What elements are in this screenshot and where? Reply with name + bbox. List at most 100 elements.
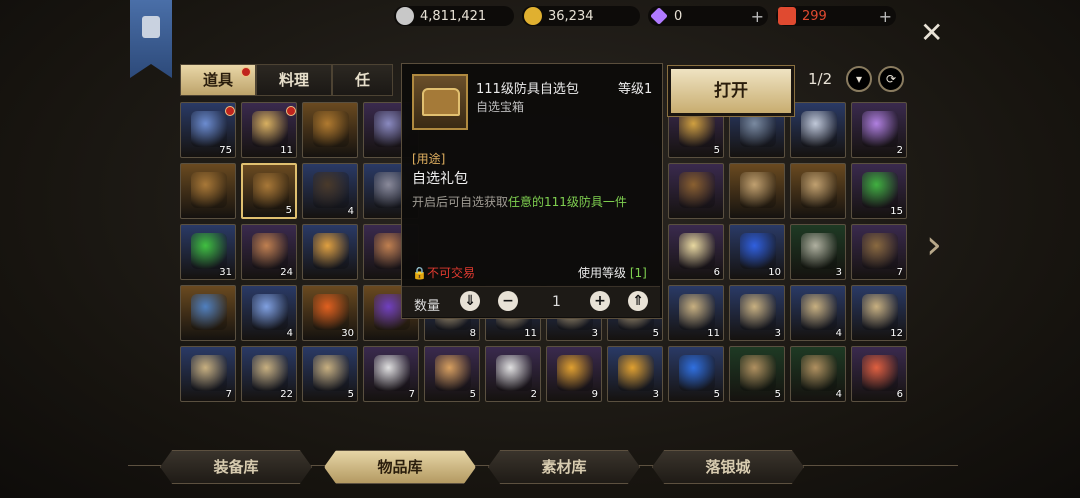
item-icon	[801, 172, 837, 208]
notification-dot	[241, 67, 252, 77]
close-icon[interactable]: ✕	[920, 16, 943, 49]
add-gem-button[interactable]: +	[751, 7, 764, 26]
inventory-slot[interactable]	[302, 224, 358, 280]
tab-cooking[interactable]: 料理	[256, 64, 333, 96]
item-icon	[496, 355, 532, 391]
inventory-slot[interactable]: 5	[729, 346, 785, 402]
item-icon	[191, 355, 227, 391]
nav-material-storage[interactable]: 素材库	[488, 450, 640, 484]
use-level-value: [1]	[629, 266, 647, 280]
inventory-slot[interactable]: 9	[546, 346, 602, 402]
item-icon	[801, 233, 837, 269]
inventory-slot[interactable]: 7	[363, 346, 419, 402]
inventory-slot[interactable]: 4	[790, 346, 846, 402]
inventory-slot[interactable]: 3	[607, 346, 663, 402]
item-count: 6	[713, 267, 720, 278]
ticket-icon	[778, 7, 796, 25]
item-icon	[679, 355, 715, 391]
nav-item-label: 物品库	[377, 458, 423, 476]
inventory-slot[interactable]: 75	[180, 102, 236, 158]
item-count: 75	[219, 145, 232, 156]
quantity-plus-icon[interactable]: +	[590, 291, 610, 311]
ticket-value: 299	[802, 8, 827, 24]
tab-quest[interactable]: 任	[332, 64, 394, 96]
inventory-slot[interactable]: 4	[790, 285, 846, 341]
quantity-min-icon[interactable]: ⇓	[460, 291, 480, 311]
open-button[interactable]: 打开	[667, 65, 795, 117]
inventory-slot[interactable]: 7	[851, 224, 907, 280]
inventory-slot[interactable]: 15	[851, 163, 907, 219]
item-count: 15	[890, 206, 903, 217]
item-icon	[252, 111, 288, 147]
nav-item-storage[interactable]: 物品库	[324, 450, 476, 484]
inventory-slot[interactable]	[180, 163, 236, 219]
inventory-slot[interactable]	[180, 285, 236, 341]
inventory-slot[interactable]: 5	[302, 346, 358, 402]
use-level: 使用等级 [1]	[578, 264, 647, 281]
item-count: 6	[896, 389, 903, 400]
inventory-slot[interactable]	[729, 163, 785, 219]
item-icon	[862, 355, 898, 391]
trade-status-label: 不可交易	[426, 266, 475, 280]
category-tabs: 道具 料理 任	[180, 64, 394, 96]
inventory-slot[interactable]: 6	[668, 224, 724, 280]
quantity-value[interactable]: 1	[552, 294, 561, 310]
inventory-slot[interactable]: 11	[668, 285, 724, 341]
inventory-slot[interactable]: 12	[851, 285, 907, 341]
item-name: 111级防具自选包	[476, 82, 579, 97]
inventory-slot[interactable]	[302, 102, 358, 158]
quantity-minus-icon[interactable]: −	[498, 291, 518, 311]
quantity-label: 数量	[414, 299, 441, 314]
silver-value: 4,811,421	[420, 8, 487, 24]
inventory-slot[interactable]: 24	[241, 224, 297, 280]
inventory-slot[interactable]: 31	[180, 224, 236, 280]
add-ticket-button[interactable]: +	[879, 7, 892, 26]
page-dropdown-button[interactable]: ▾	[846, 66, 872, 92]
tab-items[interactable]: 道具	[180, 64, 257, 96]
inventory-slot[interactable]	[668, 163, 724, 219]
inventory-slot[interactable]: 3	[790, 224, 846, 280]
tab-quest-label: 任	[355, 71, 371, 89]
inventory-slot[interactable]: 3	[729, 285, 785, 341]
inventory-slot[interactable]: 6	[851, 346, 907, 402]
item-icon	[252, 294, 288, 330]
inventory-slot[interactable]: 2	[851, 102, 907, 158]
item-icon	[313, 294, 349, 330]
inventory-slot[interactable]: 5	[668, 346, 724, 402]
inventory-slot[interactable]: 2	[485, 346, 541, 402]
item-icon	[679, 233, 715, 269]
inventory-slot[interactable]: 10	[729, 224, 785, 280]
nav-equipment-storage[interactable]: 装备库	[160, 450, 312, 484]
item-count: 4	[835, 389, 842, 400]
silver-currency: 4,811,421	[394, 6, 514, 26]
item-count: 5	[652, 328, 659, 339]
item-icon	[862, 172, 898, 208]
inventory-slot[interactable]: 4	[302, 163, 358, 219]
item-icon	[191, 294, 227, 330]
nav-luoyin-city[interactable]: 落银城	[652, 450, 804, 484]
item-count: 7	[896, 267, 903, 278]
inventory-slot[interactable]: 22	[241, 346, 297, 402]
inventory-slot[interactable]: 30	[302, 285, 358, 341]
inventory-slot[interactable]: 5	[241, 163, 297, 219]
item-icon	[252, 233, 288, 269]
item-count: 4	[835, 328, 842, 339]
inventory-slot[interactable]	[790, 102, 846, 158]
item-count: 3	[652, 389, 659, 400]
item-icon	[801, 111, 837, 147]
item-icon	[862, 111, 898, 147]
item-icon	[313, 111, 349, 147]
tab-items-label: 道具	[203, 71, 234, 89]
silver-coin-icon	[396, 7, 414, 25]
inventory-slot[interactable]: 11	[241, 102, 297, 158]
inventory-slot[interactable]: 7	[180, 346, 236, 402]
inventory-slot[interactable]: 4	[241, 285, 297, 341]
inventory-slot[interactable]	[790, 163, 846, 219]
quantity-max-icon[interactable]: ⇑	[628, 291, 648, 311]
next-page-arrow-icon[interactable]: ›	[926, 222, 942, 268]
gem-currency: 0 +	[648, 6, 768, 26]
item-icon	[191, 172, 227, 208]
inventory-slot[interactable]: 5	[424, 346, 480, 402]
item-icon	[740, 172, 776, 208]
refresh-icon[interactable]: ⟳	[878, 66, 904, 92]
